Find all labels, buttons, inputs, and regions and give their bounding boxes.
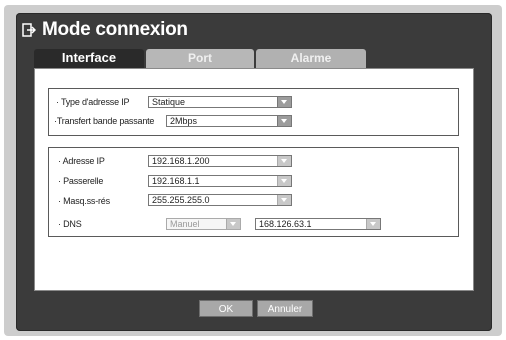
title-bar: Mode connexion [22,18,188,42]
ip-address-field[interactable]: 192.168.1.200 [148,155,292,167]
bandwidth-value: 2Mbps [170,116,198,126]
subnet-mask-label: · Masq.ss-rés [58,196,110,206]
exit-icon [22,23,37,37]
dns-mode-select[interactable]: Manuel [166,218,241,230]
ip-address-label: · Adresse IP [58,156,105,166]
tab-port[interactable]: Port [146,49,254,68]
gateway-field[interactable]: 192.168.1.1 [148,175,292,187]
dns-mode-value: Manuel [170,219,200,229]
subnet-mask-value: 255.255.255.0 [152,195,210,205]
ip-type-select[interactable]: Statique [148,96,292,108]
ok-button[interactable]: OK [199,300,253,317]
ip-type-value: Statique [152,97,186,107]
tab-alarme[interactable]: Alarme [256,49,366,68]
subnet-mask-field[interactable]: 255.255.255.0 [148,194,292,206]
page-title: Mode connexion [42,19,188,40]
tab-interface[interactable]: Interface [34,49,144,68]
chevron-down-icon [277,116,291,126]
dns-label: · DNS [58,219,82,229]
spin-icon [277,176,291,186]
cancel-button[interactable]: Annuler [257,300,313,317]
chevron-down-icon [226,219,240,229]
gateway-value: 192.168.1.1 [152,176,200,186]
bandwidth-select[interactable]: 2Mbps [166,115,292,127]
gateway-label: · Passerelle [58,176,104,186]
spin-icon [277,156,291,166]
dns-address-field[interactable]: 168.126.63.1 [255,218,381,230]
bandwidth-label: ·Transfert bande passante [54,116,155,126]
chevron-down-icon [277,97,291,107]
ip-address-value: 192.168.1.200 [152,156,210,166]
spin-icon [277,195,291,205]
dns-address-value: 168.126.63.1 [259,219,312,229]
tab-bar: Interface Port Alarme [34,49,366,68]
spin-icon [366,219,380,229]
ip-type-label: · Type d'adresse IP [56,97,130,107]
